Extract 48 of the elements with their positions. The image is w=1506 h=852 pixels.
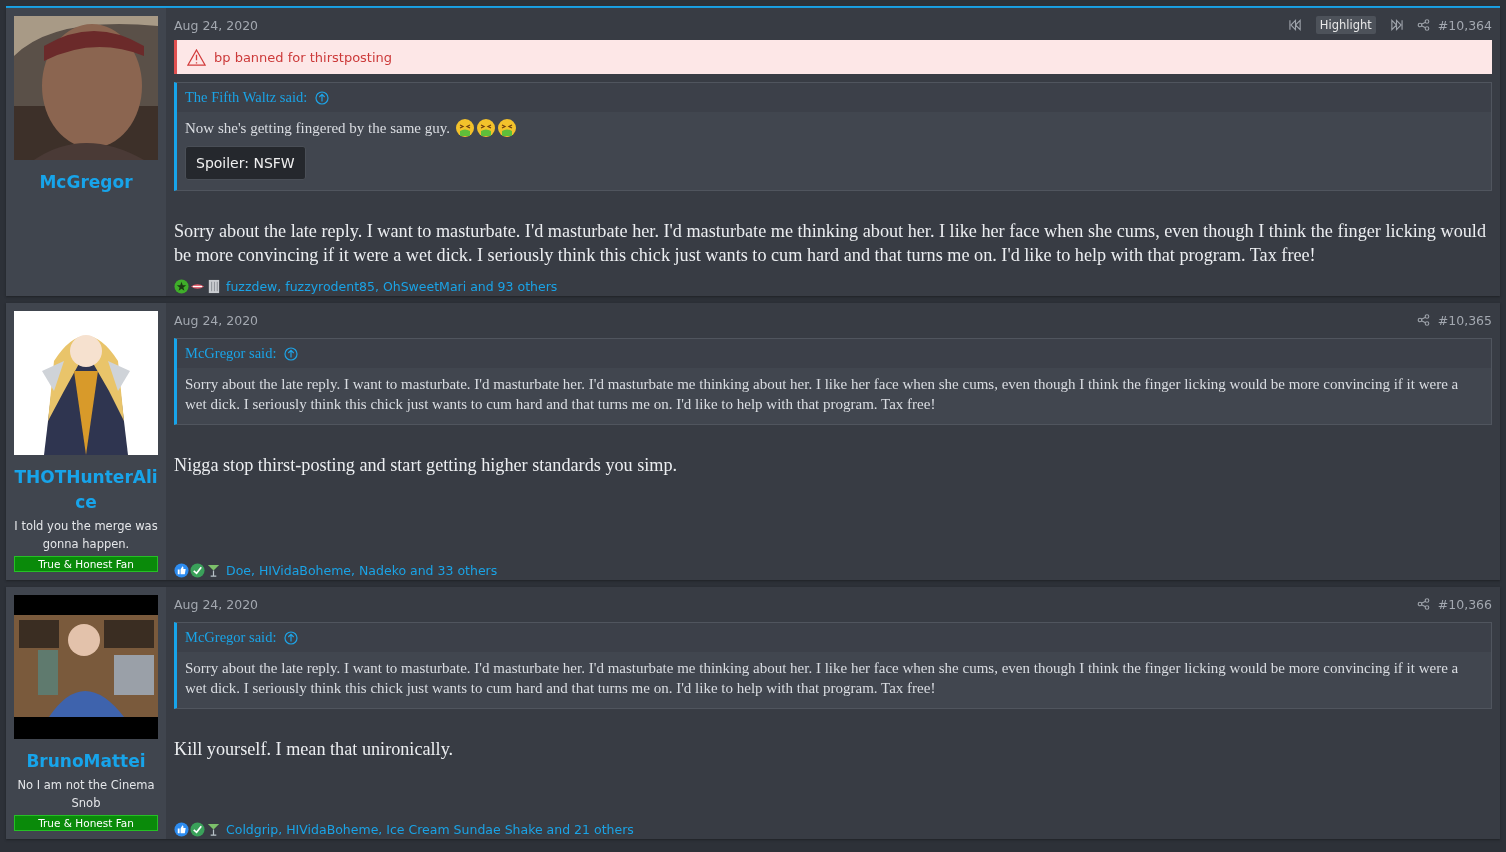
check-icon [190,563,205,578]
post-date[interactable]: Aug 24, 2020 [174,312,259,328]
post-text: Sorry about the late reply. I want to masturbate. I'd masturbate her. I'd masturbate me thinking about her. I like her face when she cums, even though I think the finger licking would be more convincing if it were a wet dick. I seriously think this chick just wants to cum hard and that turns me on. I'd like to help with that program. Tax free! [174,220,1487,267]
vomit-emoji-icon [455,118,475,138]
post-text: Nigga stop thirst-posting and start getting higher standards you simp. [174,454,679,477]
reaction-list[interactable]: fuzzdew, fuzzyrodent85, OhSweetMari and 93 others [226,279,558,294]
next-icon[interactable] [1389,19,1403,31]
share-icon[interactable] [1416,314,1430,326]
post-date[interactable]: Aug 24, 2020 [174,596,259,612]
notice-text: bp banned for thirstposting [214,49,393,65]
cocktail-icon [206,822,221,837]
user-title: No I am not the Cinema Snob [16,777,156,812]
post-number[interactable]: #10,365 [1437,312,1492,328]
vomit-emoji-icon [476,118,496,138]
arrow-up-icon[interactable] [284,630,299,645]
reaction-list[interactable]: Coldgrip, HIVidaBoheme, Ice Cream Sundae Shake and 21 others [226,822,634,837]
quote-author[interactable]: McGregor said: [185,629,277,646]
quote-text: Sorry about the late reply. I want to masturbate. I'd masturbate her. I'd masturbate me thinking about her. I like her face when she cums, even though I think the finger licking would be more convincing if it were a wet dick. I seriously think this chick just wants to cum hard and that turns me on. I'd like to help with that program. Tax free! [185,659,1460,698]
spoiler-button[interactable]: Spoiler: NSFW [185,146,306,180]
quote-text: Now she's getting fingered by the same guy. [185,119,450,138]
post-text: Kill yourself. I mean that unironically. [174,738,455,761]
thumbs-up-icon [174,822,189,837]
star-icon [174,279,189,294]
post-date[interactable]: Aug 24, 2020 [174,17,259,33]
door-icon [206,279,221,294]
username[interactable]: McGregor [39,170,133,195]
quote-text: Sorry about the late reply. I want to masturbate. I'd masturbate her. I'd masturbate me thinking about her. I like her face when she cums, even though I think the finger licking would be more convincing if it were a wet dick. I seriously think this chick just wants to cum hard and that turns me on. I'd like to help with that program. Tax free! [185,375,1460,414]
username[interactable]: BrunoMattei [26,749,146,774]
post-number[interactable]: #10,364 [1437,17,1492,33]
quote-author[interactable]: The Fifth Waltz said: [185,89,308,106]
share-icon[interactable] [1416,19,1430,31]
warning-icon [187,48,206,66]
share-icon[interactable] [1416,598,1430,610]
cocktail-icon [206,563,221,578]
arrow-up-icon[interactable] [284,346,299,361]
user-banner: True & Honest Fan [14,556,158,572]
highlight-button[interactable]: Highlight [1315,16,1376,34]
quote-author[interactable]: McGregor said: [185,345,277,362]
check-icon [190,822,205,837]
vomit-emoji-icon [497,118,517,138]
username[interactable]: THOTHunterAlice [14,465,158,515]
previous-icon[interactable] [1288,19,1302,31]
reaction-list[interactable]: Doe, HIVidaBoheme, Nadeko and 33 others [226,563,498,578]
user-title: I told you the merge was gonna happen. [14,518,158,553]
user-banner: True & Honest Fan [14,815,158,831]
thumbs-up-icon [174,563,189,578]
post-number[interactable]: #10,366 [1437,596,1492,612]
arrow-up-icon[interactable] [315,90,330,105]
